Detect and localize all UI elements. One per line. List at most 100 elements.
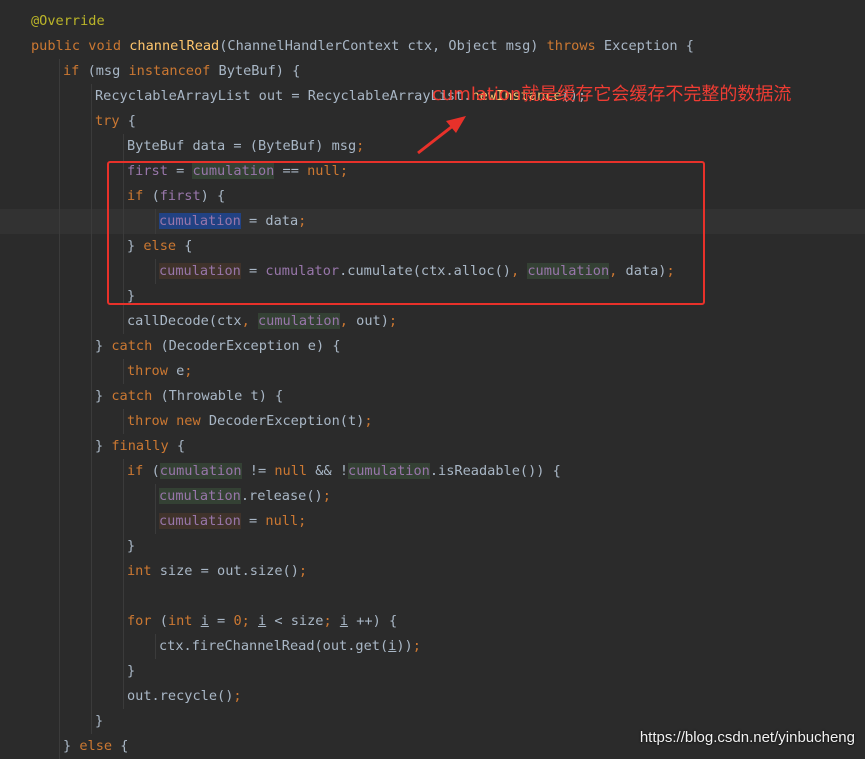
indent-guide — [91, 209, 92, 234]
indent-guide — [59, 159, 60, 184]
code-text: } else { — [63, 734, 128, 759]
code-token: } — [127, 538, 136, 554]
code-token: ByteBuf) { — [218, 63, 301, 79]
code-line[interactable]: out.recycle(); — [0, 684, 865, 709]
code-text: } catch (DecoderException e) { — [95, 334, 341, 359]
code-token: if — [63, 63, 88, 79]
code-token: )) — [396, 638, 413, 654]
code-token: ; — [364, 413, 373, 429]
indent-guide — [59, 634, 60, 659]
code-line[interactable]: cumulation = null; — [0, 509, 865, 534]
code-token: && ! — [315, 463, 349, 479]
code-token: ; — [184, 363, 193, 379]
code-text: public void channelRead(ChannelHandlerCo… — [31, 34, 694, 59]
code-line[interactable]: if (cumulation != null && !cumulation.is… — [0, 459, 865, 484]
indent-guide — [91, 459, 92, 484]
code-text: try { — [95, 109, 136, 134]
watermark: https://blog.csdn.net/yinbucheng — [639, 729, 855, 746]
indent-guide — [123, 584, 124, 609]
code-line[interactable]: cumulation.release(); — [0, 484, 865, 509]
code-line[interactable]: throw new DecoderException(t); — [0, 409, 865, 434]
indent-guide — [59, 259, 60, 284]
indent-guide — [59, 434, 60, 459]
indent-guide — [59, 584, 60, 609]
code-line[interactable]: } catch (DecoderException e) { — [0, 334, 865, 359]
code-token: throw new — [127, 413, 209, 429]
code-token: < size — [266, 613, 324, 629]
code-token: i — [200, 613, 209, 629]
code-token: ; — [298, 513, 307, 529]
code-token: ; — [412, 638, 421, 654]
code-token: { — [127, 113, 136, 129]
code-token: cumulation — [159, 488, 241, 504]
code-token: ; — [388, 313, 398, 329]
code-token: cumulation — [159, 463, 242, 479]
code-editor[interactable]: @Override public void channelRead(Channel… — [0, 0, 865, 759]
code-text: if (msg instanceof ByteBuf) { — [63, 59, 300, 84]
indent-guide — [91, 634, 92, 659]
indent-guide — [91, 609, 92, 634]
code-line[interactable] — [0, 584, 865, 609]
code-line[interactable]: throw e; — [0, 359, 865, 384]
code-token: catch — [111, 338, 161, 354]
indent-guide — [59, 409, 60, 434]
code-token: null — [265, 513, 299, 529]
code-text: callDecode(ctx, cumulation, out); — [127, 309, 397, 334]
indent-guide — [91, 559, 92, 584]
code-line[interactable]: } — [0, 659, 865, 684]
code-token: } — [63, 738, 80, 754]
indent-guide — [123, 634, 124, 659]
indent-guide — [91, 709, 92, 734]
indent-guide — [91, 434, 92, 459]
code-line[interactable]: ctx.fireChannelRead(out.get(i)); — [0, 634, 865, 659]
indent-guide — [91, 484, 92, 509]
code-token: RecyclableArrayList out = RecyclableArra… — [95, 88, 472, 104]
code-token: , — [241, 313, 258, 329]
code-token: ; — [322, 488, 331, 504]
indent-guide — [59, 109, 60, 134]
code-token: ( — [159, 613, 168, 629]
indent-guide — [155, 509, 156, 534]
indent-guide — [91, 359, 92, 384]
code-token: .isReadable()) { — [429, 463, 561, 479]
code-line[interactable]: } finally { — [0, 434, 865, 459]
indent-guide — [91, 334, 92, 359]
indent-guide — [59, 484, 60, 509]
code-token: size = out.size() — [159, 563, 299, 579]
code-text: throw e; — [127, 359, 192, 384]
code-token: for — [127, 613, 160, 629]
code-token: catch — [111, 388, 161, 404]
code-token: if — [127, 463, 152, 479]
code-line[interactable]: } — [0, 534, 865, 559]
code-text: } finally { — [95, 434, 185, 459]
indent-guide — [59, 184, 60, 209]
code-line[interactable]: int size = out.size(); — [0, 559, 865, 584]
code-text: out.recycle(); — [127, 684, 242, 709]
indent-guide — [123, 484, 124, 509]
indent-guide — [91, 184, 92, 209]
highlight-box — [107, 161, 705, 305]
code-line[interactable]: } catch (Throwable t) { — [0, 384, 865, 409]
indent-guide — [91, 259, 92, 284]
code-token: 0 — [233, 613, 242, 629]
code-line[interactable]: for (int i = 0; i < size; i ++) { — [0, 609, 865, 634]
code-text: int size = out.size(); — [127, 559, 307, 584]
code-line[interactable]: @Override — [0, 9, 865, 34]
code-line[interactable]: callDecode(ctx, cumulation, out); — [0, 309, 865, 334]
code-token: (DecoderException e) { — [160, 338, 341, 354]
arrow-icon — [417, 116, 466, 155]
indent-guide — [155, 634, 156, 659]
code-token: ++) { — [348, 613, 398, 629]
indent-guide — [91, 134, 92, 159]
code-token: try — [95, 113, 128, 129]
code-token: = — [208, 613, 234, 629]
indent-guide — [59, 209, 60, 234]
code-token: ctx.fireChannelRead(out.get( — [159, 638, 389, 654]
code-token: } — [127, 663, 136, 679]
indent-guide — [91, 684, 92, 709]
indent-guide — [91, 384, 92, 409]
code-token: int — [167, 613, 201, 629]
code-token: int — [127, 563, 160, 579]
indent-guide — [91, 284, 92, 309]
code-line[interactable]: public void channelRead(ChannelHandlerCo… — [0, 34, 865, 59]
